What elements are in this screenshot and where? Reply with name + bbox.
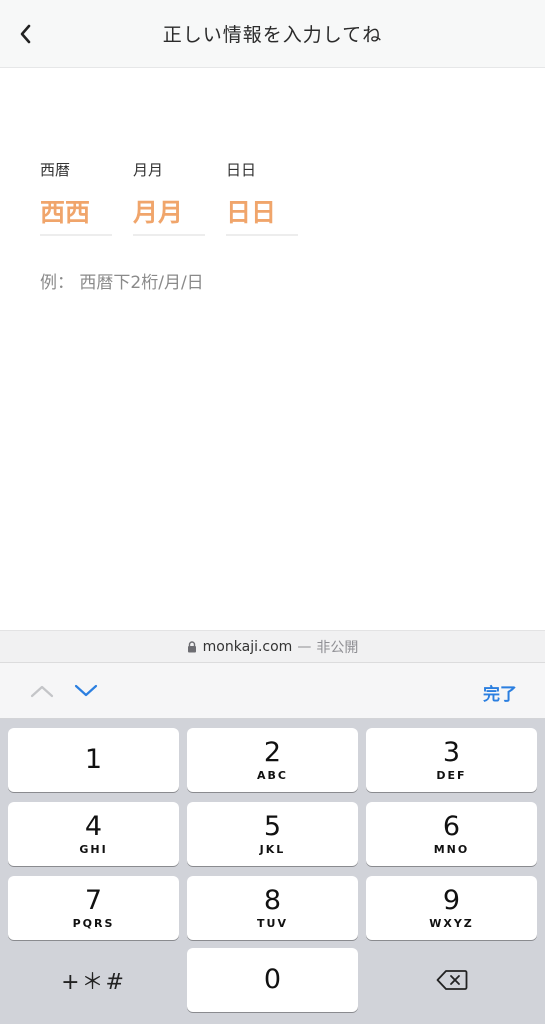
month-input[interactable]: [133, 190, 205, 236]
key-digit: 6: [442, 810, 461, 842]
month-label: 月月: [133, 161, 164, 179]
number-keypad: 1 2 ABC 3 DEF 4 GHI 5 JKL 6 MNO 7 PQRS 8…: [0, 719, 545, 1024]
chevron-up-icon: [30, 685, 54, 698]
key-6[interactable]: 6 MNO: [366, 802, 537, 866]
day-field: 日日: [226, 160, 298, 236]
key-digit: 5: [263, 810, 282, 842]
key-letters: MNO: [433, 842, 470, 856]
key-8[interactable]: 8 TUV: [187, 876, 358, 940]
key-0[interactable]: 0: [187, 948, 358, 1012]
previous-field-button[interactable]: [27, 677, 57, 705]
key-digit: 7: [84, 884, 103, 916]
year-label: 西暦: [40, 161, 71, 179]
day-label: 日日: [226, 161, 257, 179]
url-separator: —: [297, 638, 312, 655]
key-2[interactable]: 2 ABC: [187, 728, 358, 792]
key-letters: JKL: [259, 842, 286, 856]
url-host: monkaji.com: [202, 638, 293, 655]
key-letters: DEF: [436, 768, 467, 782]
lock-icon: [187, 640, 197, 653]
done-button[interactable]: 完了: [483, 680, 517, 705]
key-digit: 9: [442, 884, 461, 916]
symbols-label: +＊#: [61, 970, 126, 995]
key-digit: 3: [442, 736, 461, 768]
symbols-key[interactable]: +＊#: [8, 948, 179, 1012]
year-input[interactable]: [40, 190, 112, 236]
key-1[interactable]: 1: [8, 728, 179, 792]
delete-key[interactable]: [366, 948, 537, 1012]
day-input[interactable]: [226, 190, 298, 236]
key-5[interactable]: 5 JKL: [187, 802, 358, 866]
key-9[interactable]: 9 WXYZ: [366, 876, 537, 940]
key-digit: 8: [263, 884, 282, 916]
privacy-note: 非公開: [316, 639, 359, 656]
keyboard-accessory-bar: 完了: [0, 663, 545, 719]
nav-header: 正しい情報を入力してね: [0, 0, 545, 68]
key-letters: ABC: [257, 768, 288, 782]
page-title: 正しい情報を入力してね: [162, 24, 383, 46]
backspace-icon: [436, 970, 467, 990]
chevron-down-icon: [74, 684, 98, 697]
key-3[interactable]: 3 DEF: [366, 728, 537, 792]
key-digit: 1: [84, 744, 103, 775]
key-digit: 4: [84, 810, 103, 842]
key-digit: 2: [263, 736, 282, 768]
format-example: 例： 西暦下2桁/月/日: [40, 273, 204, 293]
key-letters: WXYZ: [429, 916, 474, 930]
month-field: 月月: [133, 160, 205, 236]
key-digit: 0: [263, 964, 282, 995]
url-bar[interactable]: monkaji.com — 非公開: [0, 630, 545, 663]
key-letters: GHI: [79, 842, 108, 856]
form-area: 西暦 月月 日日 例： 西暦下2桁/月/日: [0, 68, 545, 630]
year-field: 西暦: [40, 160, 112, 236]
key-7[interactable]: 7 PQRS: [8, 876, 179, 940]
key-letters: TUV: [257, 916, 288, 930]
key-letters: PQRS: [72, 916, 115, 930]
next-field-button[interactable]: [71, 677, 101, 705]
key-4[interactable]: 4 GHI: [8, 802, 179, 866]
